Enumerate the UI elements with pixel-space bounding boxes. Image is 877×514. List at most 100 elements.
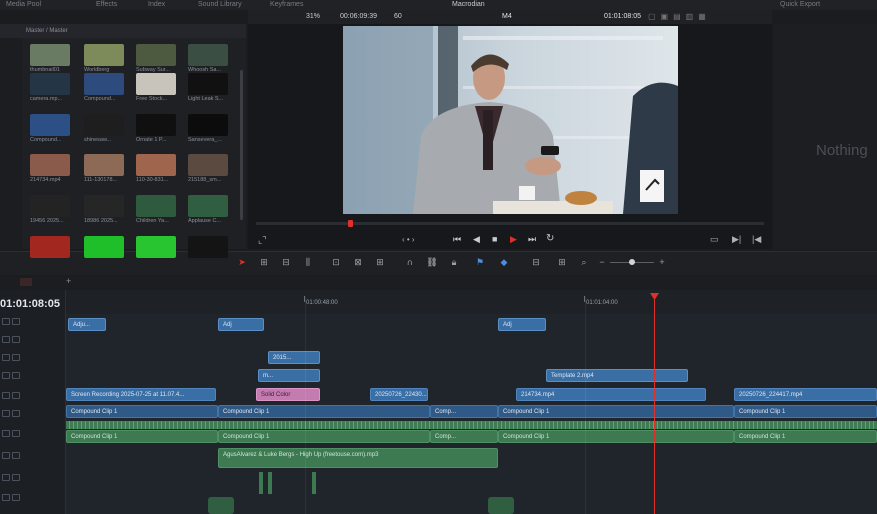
- overwrite-clip-icon[interactable]: ⊠: [352, 256, 364, 268]
- audio-compound-clip[interactable]: Comp...: [430, 430, 498, 443]
- scrubber-handle[interactable]: [348, 220, 353, 227]
- adjustment-clip[interactable]: Adju...: [68, 318, 106, 331]
- track-toggle-icon[interactable]: [12, 372, 20, 379]
- timeline-tab-icon[interactable]: [20, 278, 32, 286]
- zoom-full-icon[interactable]: ⊟: [530, 256, 542, 268]
- media-pool-thumbnail[interactable]: [84, 154, 124, 176]
- compound-clip[interactable]: Comp...: [430, 405, 498, 418]
- solid-color-clip[interactable]: Solid Color: [256, 388, 320, 401]
- audio-compound-clip[interactable]: Compound Clip 1: [218, 430, 430, 443]
- audio-fragment[interactable]: [488, 497, 514, 514]
- add-timeline-icon[interactable]: +: [66, 276, 71, 286]
- media-pool-scrollbar[interactable]: [240, 70, 243, 220]
- media-pool-thumbnail[interactable]: [84, 44, 124, 66]
- media-pool-sidebar[interactable]: [0, 38, 22, 249]
- media-pool-thumbnail[interactable]: [136, 195, 176, 217]
- adjustment-clip[interactable]: Adj: [498, 318, 546, 331]
- blade-tool-icon[interactable]: ⫼: [302, 256, 314, 268]
- zoom-detail-icon[interactable]: ⊞: [556, 256, 568, 268]
- audio-fragment[interactable]: [268, 472, 272, 494]
- video-clip[interactable]: Screen Recording 2025-07-25 at 11.07.4..…: [66, 388, 216, 401]
- zoom-in-icon[interactable]: +: [656, 256, 668, 268]
- track-lock-icon[interactable]: [2, 410, 10, 417]
- audio-fragment[interactable]: [312, 472, 316, 494]
- audio-compound-clip[interactable]: Compound Clip 1: [734, 430, 877, 443]
- track-lock-icon[interactable]: [2, 494, 10, 501]
- track-toggle-icon[interactable]: [12, 354, 20, 361]
- dynamic-trim-icon[interactable]: ⊟: [280, 256, 292, 268]
- template-clip[interactable]: Template 2.mp4: [546, 369, 688, 382]
- compound-clip[interactable]: Compound Clip 1: [218, 405, 430, 418]
- select-tool-icon[interactable]: ➤: [236, 256, 248, 268]
- playhead[interactable]: [654, 296, 655, 514]
- media-pool-thumbnail[interactable]: [188, 73, 228, 95]
- video-clip[interactable]: 20250726_224417.mp4: [734, 388, 877, 401]
- video-preview[interactable]: [343, 26, 678, 214]
- track-toggle-icon[interactable]: [12, 392, 20, 399]
- marker-icon[interactable]: ◆: [498, 256, 510, 268]
- trim-tool-icon[interactable]: ⊞: [258, 256, 270, 268]
- media-pool-thumbnail[interactable]: [136, 114, 176, 136]
- compound-clip[interactable]: Compound Clip 1: [66, 405, 218, 418]
- zoom-level[interactable]: 31%: [306, 13, 320, 20]
- play-icon[interactable]: ▶: [510, 234, 517, 245]
- replace-clip-icon[interactable]: ⊞: [374, 256, 386, 268]
- crop-icon[interactable]: ⌞⌝: [258, 235, 266, 246]
- loop-icon[interactable]: ↻: [546, 233, 554, 244]
- media-pool-thumbnail[interactable]: [188, 195, 228, 217]
- media-pool-thumbnail[interactable]: [84, 236, 124, 258]
- quick-export-button[interactable]: Quick Export: [780, 0, 820, 10]
- track-toggle-icon[interactable]: [12, 336, 20, 343]
- prev-frame-icon[interactable]: |◀: [752, 234, 761, 245]
- fps-dropdown[interactable]: 60: [394, 13, 402, 20]
- media-pool-thumbnail[interactable]: [30, 114, 70, 136]
- media-pool-thumbnail[interactable]: [84, 195, 124, 217]
- go-to-start-icon[interactable]: ⏮: [453, 234, 461, 245]
- media-pool-thumbnail[interactable]: [188, 44, 228, 66]
- media-pool-thumbnail[interactable]: [84, 73, 124, 95]
- track-lock-icon[interactable]: [2, 474, 10, 481]
- audio-fragment[interactable]: [208, 497, 234, 514]
- tab-media-pool[interactable]: Media Pool: [6, 0, 41, 10]
- track-toggle-icon[interactable]: [12, 474, 20, 481]
- lock-icon[interactable]: 🔒︎: [448, 256, 460, 268]
- adjustment-clip[interactable]: Adj: [218, 318, 264, 331]
- track-lock-icon[interactable]: [2, 336, 10, 343]
- track-lock-icon[interactable]: [2, 392, 10, 399]
- viewer-header-icons[interactable]: ▢▣▤▥▦: [648, 12, 748, 21]
- track-toggle-icon[interactable]: [12, 494, 20, 501]
- media-pool-thumbnail[interactable]: [30, 44, 70, 66]
- zoom-slider-handle[interactable]: [629, 259, 635, 265]
- media-pool-thumbnail[interactable]: [30, 154, 70, 176]
- media-pool-thumbnail[interactable]: [188, 236, 228, 258]
- next-frame-icon[interactable]: ▶|: [732, 234, 741, 245]
- tab-effects[interactable]: Effects: [96, 0, 117, 10]
- media-pool-thumbnail[interactable]: [136, 44, 176, 66]
- media-pool-thumbnail[interactable]: [30, 73, 70, 95]
- music-clip[interactable]: AgusAlvarez & Luke Bergs - High Up (free…: [218, 448, 498, 468]
- fx-clip[interactable]: m...: [258, 369, 320, 382]
- tab-sound-library[interactable]: Sound Library: [198, 0, 242, 10]
- jog-icon[interactable]: ‹ • ›: [402, 235, 415, 244]
- media-pool-thumbnail[interactable]: [188, 154, 228, 176]
- track-lock-icon[interactable]: [2, 372, 10, 379]
- video-clip[interactable]: 20250726_22430...: [370, 388, 428, 401]
- track-toggle-icon[interactable]: [12, 452, 20, 459]
- media-pool-thumbnail[interactable]: [84, 114, 124, 136]
- media-pool-thumbnail[interactable]: [136, 73, 176, 95]
- tab-index[interactable]: Index: [148, 0, 165, 10]
- play-reverse-icon[interactable]: ◀: [473, 234, 480, 245]
- audio-fragment[interactable]: [259, 472, 263, 494]
- timeline-ruler[interactable]: 01:00:48:00 01:01:04:00: [66, 290, 877, 314]
- viewer-scrubber[interactable]: [256, 220, 764, 227]
- track-lock-icon[interactable]: [2, 318, 10, 325]
- track-toggle-icon[interactable]: [12, 318, 20, 325]
- media-pool-thumbnail[interactable]: [188, 114, 228, 136]
- zoom-out-icon[interactable]: −: [596, 256, 608, 268]
- track-lock-icon[interactable]: [2, 354, 10, 361]
- flag-icon[interactable]: ⚑: [474, 256, 486, 268]
- track-lock-icon[interactable]: [2, 452, 10, 459]
- media-pool-thumbnail[interactable]: [136, 236, 176, 258]
- media-pool-thumbnail[interactable]: [30, 236, 70, 258]
- viewer-mode-icon[interactable]: ▭: [710, 234, 719, 245]
